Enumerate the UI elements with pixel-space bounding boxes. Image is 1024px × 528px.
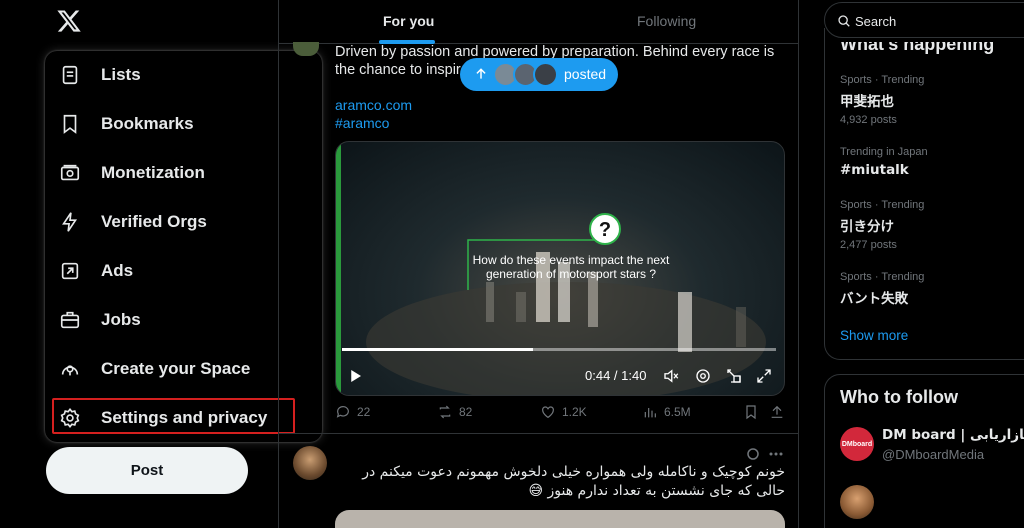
tweet-media[interactable] [335, 510, 785, 528]
reply-button[interactable]: 22 [335, 404, 370, 420]
trend-name: 甲斐拓也 [840, 94, 894, 110]
tweet-avatar[interactable] [293, 42, 319, 56]
menu-item-label: Ads [101, 261, 134, 280]
question-icon: ? [589, 213, 621, 245]
avatar [533, 62, 558, 87]
account-handle: @DMboardMedia [882, 447, 985, 462]
video-progress-fill [342, 348, 533, 351]
view-count: 6.5M [664, 405, 691, 419]
trend-meta: Sports · Trending [840, 74, 925, 86]
timeline: For you Following Driven by passion and … [278, 0, 799, 528]
video-settings-icon[interactable] [694, 367, 712, 385]
trend-count: 4,932 posts [840, 114, 897, 126]
tweet-hashtag-aramco[interactable]: #aramco [335, 115, 389, 131]
show-more-link[interactable]: Show more [840, 328, 908, 343]
repost-button[interactable]: 82 [437, 404, 472, 420]
who-to-follow-panel: Who to follow DMboard DM board | سانه با… [824, 374, 1024, 528]
timeline-tabs: For you Following [279, 0, 799, 44]
tweet-text: خونم کوچیک و ناکامله ولی همواره خیلی دلخ… [362, 464, 785, 499]
highlight-box [52, 398, 295, 434]
bookmark-icon [746, 405, 756, 420]
whats-happening-panel: What's happening Sports · Trending 甲斐拓也 … [824, 28, 1024, 360]
views-button[interactable]: 6.5M [642, 404, 691, 420]
chart-icon [644, 408, 656, 418]
menu-item-label: Bookmarks [101, 114, 194, 133]
money-icon [60, 164, 80, 181]
menu-item-label: Verified Orgs [101, 212, 207, 231]
arrow-up-icon [476, 68, 486, 79]
tweet-actions: 22 82 1.2K 6.5M [335, 404, 785, 424]
more-options-icon[interactable] [745, 446, 785, 462]
like-count: 1.2K [562, 405, 587, 419]
fullscreen-icon[interactable] [755, 367, 773, 385]
tab-for-you[interactable]: For you [383, 13, 434, 29]
bookmark-button[interactable] [743, 404, 765, 420]
space-icon [61, 365, 79, 376]
video-player[interactable]: ? How do these events impact the next ge… [335, 141, 785, 396]
x-logo-icon[interactable] [56, 8, 82, 34]
share-button[interactable] [769, 404, 791, 420]
trend-item[interactable]: Sports · Trending 甲斐拓也 4,932 posts [840, 74, 1024, 126]
tweet-link-aramco[interactable]: aramco.com [335, 97, 412, 113]
trend-item[interactable]: Sports · Trending 引き分け 2,477 posts [840, 199, 1024, 251]
menu-item-label: Monetization [101, 163, 205, 182]
menu-item-label: Create your Space [101, 359, 251, 378]
lightning-icon [62, 212, 78, 232]
post-button[interactable]: Post [46, 447, 248, 494]
trend-meta: Sports · Trending [840, 199, 925, 211]
search-icon [838, 15, 850, 27]
tab-following[interactable]: Following [637, 13, 696, 29]
new-posts-pill[interactable]: posted [460, 58, 618, 91]
account-name[interactable]: DM board | سانه بازاریابی [882, 427, 1024, 443]
trend-name: 引き分け [840, 219, 894, 235]
panel-title: Who to follow [840, 387, 958, 407]
reply-count: 22 [357, 405, 371, 419]
avatar[interactable] [840, 485, 874, 519]
avatar[interactable]: DMboard [840, 427, 874, 461]
picture-in-picture-icon[interactable] [725, 367, 743, 385]
share-icon [771, 405, 783, 418]
repost-icon [439, 405, 451, 419]
posted-label: posted [564, 66, 607, 82]
briefcase-icon [60, 311, 80, 329]
trend-name: バント失敗 [840, 291, 909, 307]
trend-item[interactable]: Sports · Trending バント失敗 [840, 271, 1024, 307]
mute-icon[interactable] [662, 367, 680, 385]
menu-item-label: Lists [101, 65, 141, 84]
svg-text:?: ? [599, 219, 611, 241]
external-arrow-icon [61, 262, 79, 280]
trend-name: #miutalk [840, 162, 909, 178]
trend-item[interactable]: Trending in Japan #miutalk [840, 146, 1024, 178]
list-icon [62, 65, 78, 85]
like-button[interactable]: 1.2K [540, 404, 587, 420]
tweet-divider [279, 433, 799, 434]
trend-count: 2,477 posts [840, 239, 897, 251]
video-time: 0:44 / 1:40 [585, 368, 647, 383]
heart-icon [542, 406, 554, 419]
reply-icon [336, 406, 349, 418]
repost-count: 82 [459, 405, 473, 419]
bookmark-icon [63, 114, 77, 134]
menu-item-label: Jobs [101, 310, 141, 329]
avatar[interactable] [293, 446, 327, 480]
play-icon[interactable] [346, 367, 364, 385]
trend-meta: Sports · Trending [840, 271, 925, 283]
video-caption: How do these events impact the next gene… [472, 253, 670, 281]
panel-title: What's happening [840, 34, 995, 54]
trend-meta: Trending in Japan [840, 146, 928, 158]
